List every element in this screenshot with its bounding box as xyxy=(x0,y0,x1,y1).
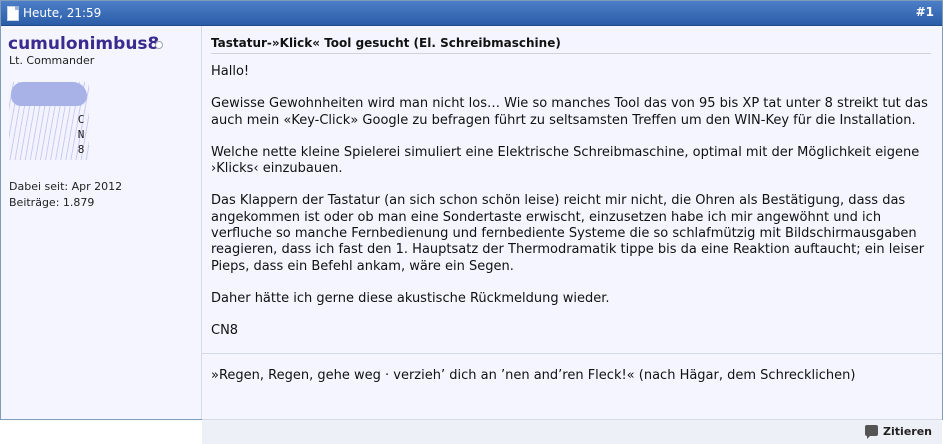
user-stats: Dabei seit: Apr 2012 Beiträge: 1.879 xyxy=(9,179,122,211)
post-paragraph: Gewisse Gewohnheiten wird man nicht los…… xyxy=(211,96,928,128)
signature: »Regen, Regen, gehe weg · verzieh’ dich … xyxy=(211,368,856,383)
quote-label: Zitieren xyxy=(883,425,932,438)
avatar-letter: C xyxy=(77,113,85,126)
post-content: Tastatur-»Klick« Tool gesucht (El. Schre… xyxy=(202,26,942,444)
forum-post: Heute, 21:59 #1 cumulonimbus8 Lt. Comman… xyxy=(0,0,943,444)
username-link[interactable]: cumulonimbus8 xyxy=(8,34,159,54)
avatar[interactable]: C N 8 xyxy=(9,82,89,160)
avatar-letters: C N 8 xyxy=(75,112,87,157)
joined-date: Dabei seit: Apr 2012 xyxy=(9,180,123,193)
user-rank: Lt. Commander xyxy=(9,54,95,67)
post-date: Heute, 21:59 xyxy=(23,6,102,20)
offline-status-icon xyxy=(155,41,163,49)
post-count: Beiträge: 1.879 xyxy=(9,196,95,209)
signature-divider xyxy=(202,353,942,354)
avatar-letter: 8 xyxy=(77,143,85,156)
post-paragraph: Welche nette kleine Spielerei simuliert … xyxy=(211,144,920,177)
post-paragraph: Das Klappern der Tastatur (an sich schon… xyxy=(211,193,925,274)
speech-bubble-icon xyxy=(865,425,879,439)
post-paragraph: CN8 xyxy=(211,323,239,339)
post-number-link[interactable]: #1 xyxy=(916,5,934,19)
document-icon xyxy=(7,6,19,21)
post-paragraph: Daher hätte ich gerne diese akustische R… xyxy=(211,290,610,306)
avatar-letter: N xyxy=(77,128,85,141)
cloud-icon xyxy=(11,82,87,106)
quote-button[interactable]: Zitieren xyxy=(865,424,932,439)
user-sidebar: cumulonimbus8 Lt. Commander C N 8 Dabei … xyxy=(1,26,202,419)
post-title: Tastatur-»Klick« Tool gesucht (El. Schre… xyxy=(211,36,931,54)
post-footer: Zitieren xyxy=(202,419,942,444)
post-body: Hallo! Gewisse Gewohnheiten wird man nic… xyxy=(211,64,933,356)
post-header: Heute, 21:59 #1 xyxy=(1,1,942,26)
post-paragraph: Hallo! xyxy=(211,64,250,79)
